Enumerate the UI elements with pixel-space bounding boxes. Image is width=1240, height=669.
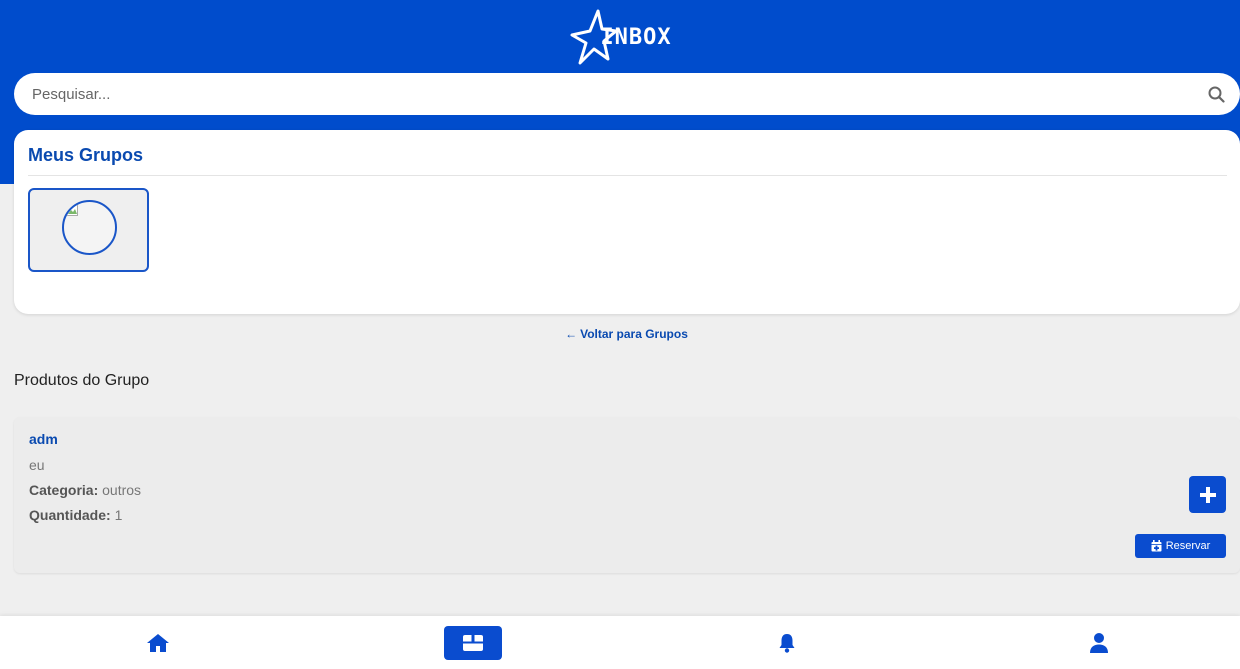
category-label: Categoria: xyxy=(29,482,99,498)
box-icon xyxy=(463,635,483,651)
app-header: INBOX xyxy=(0,0,1240,73)
plus-icon xyxy=(1199,486,1216,503)
user-icon xyxy=(1090,633,1108,653)
group-tile[interactable] xyxy=(28,188,149,272)
product-quantity: Quantidade: 1 xyxy=(29,507,122,523)
nav-profile[interactable] xyxy=(1082,626,1116,660)
search-input[interactable] xyxy=(32,85,1206,103)
broken-image-icon xyxy=(66,204,78,216)
back-to-groups-link[interactable]: ← Voltar para Grupos xyxy=(0,327,1240,341)
calendar-icon xyxy=(1151,540,1162,552)
add-product-button[interactable] xyxy=(1189,476,1226,513)
my-groups-card: Meus Grupos xyxy=(14,130,1240,314)
product-name: adm xyxy=(29,431,58,447)
category-value: outros xyxy=(102,482,142,498)
nav-products[interactable] xyxy=(444,626,502,660)
home-icon xyxy=(147,634,169,652)
quantity-label: Quantidade: xyxy=(29,507,111,523)
product-card: adm eu Categoria: outros Quantidade: 1 R… xyxy=(14,417,1240,573)
nav-home[interactable] xyxy=(140,626,176,660)
reserve-button[interactable]: Reservar xyxy=(1135,534,1226,558)
logo-text: INBOX xyxy=(600,25,672,50)
product-description: eu xyxy=(29,457,45,473)
quantity-value: 1 xyxy=(114,507,123,523)
divider xyxy=(28,175,1227,176)
search-bar xyxy=(14,73,1240,115)
search-icon[interactable] xyxy=(1206,84,1226,104)
bottom-navigation xyxy=(0,616,1240,669)
group-avatar xyxy=(62,200,117,255)
my-groups-title: Meus Grupos xyxy=(28,145,144,165)
arrow-left-icon: ← xyxy=(565,327,578,341)
reserve-label: Reservar xyxy=(1165,540,1211,552)
nav-notifications[interactable] xyxy=(770,626,804,660)
bell-icon xyxy=(779,634,795,653)
product-category: Categoria: outros xyxy=(29,482,141,498)
app-logo: INBOX xyxy=(568,9,671,65)
back-link-label: Voltar para Grupos xyxy=(580,327,688,341)
products-section-title: Produtos do Grupo xyxy=(14,372,150,389)
